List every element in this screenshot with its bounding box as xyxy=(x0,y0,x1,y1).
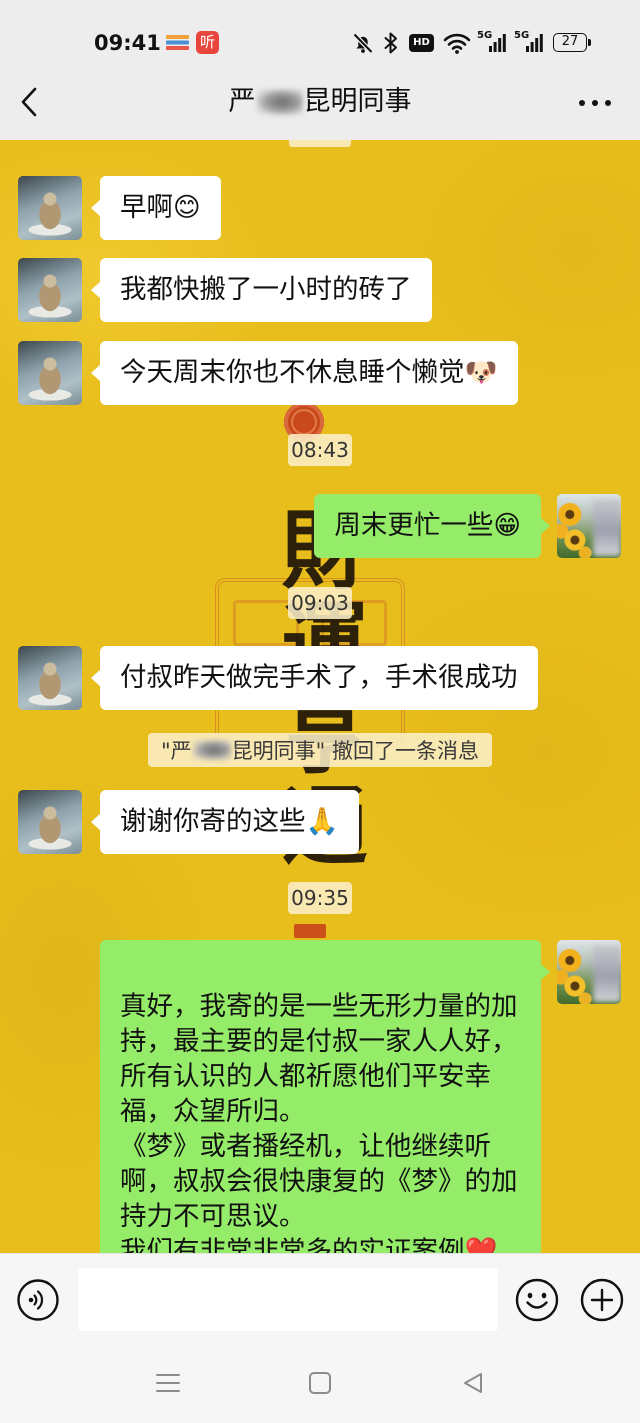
title-suffix: 昆明同事 xyxy=(303,86,412,117)
contact-avatar[interactable] xyxy=(18,790,82,854)
wallpaper-small-seal xyxy=(294,924,326,938)
hd-icon: HD xyxy=(409,34,434,52)
outgoing-message-bubble[interactable]: 真好，我寄的是一些无形力量的加持，最主要的是付叔一家人人好，所有认识的人都祈愿他… xyxy=(100,940,550,1253)
avatar-blur xyxy=(593,946,621,1002)
incoming-message-bubble[interactable]: 我都快搬了一小时的砖了 xyxy=(91,258,432,322)
message-text: 真好，我寄的是一些无形力量的加持，最主要的是付叔一家人人好，所有认识的人都祈愿他… xyxy=(120,991,518,1253)
wifi-icon xyxy=(443,33,471,54)
menu-icon[interactable] xyxy=(156,1372,180,1394)
contact-avatar[interactable] xyxy=(18,176,82,240)
message-timestamp: 09:35 xyxy=(288,882,352,914)
contact-avatar[interactable] xyxy=(18,341,82,405)
message-text: 我都快搬了一小时的砖了 xyxy=(120,274,412,305)
stripes-icon xyxy=(166,35,189,50)
input-bar xyxy=(0,1253,640,1345)
emoji-icon[interactable] xyxy=(514,1277,560,1323)
message-input[interactable] xyxy=(78,1268,498,1331)
message-text: 早啊😊 xyxy=(120,192,201,223)
bluetooth-icon xyxy=(384,32,397,54)
partial-timestamp xyxy=(289,140,351,147)
chat-area[interactable]: 財運亨通 早啊😊 我都快搬了一小时的砖了 今天周末你也不休息睡个懒觉🐶 08:4… xyxy=(0,140,640,1253)
signal-bars-icon xyxy=(526,34,543,52)
signal-icon: 5G xyxy=(514,31,544,53)
back-icon[interactable] xyxy=(461,1371,485,1395)
message-text: 付叔昨天做完手术了，手术很成功 xyxy=(120,662,518,693)
my-avatar[interactable] xyxy=(557,940,621,1004)
message-text: 周末更忙一些😁 xyxy=(334,510,521,541)
contact-avatar[interactable] xyxy=(18,258,82,322)
battery-nub xyxy=(588,39,591,46)
message-text: 谢谢你寄的这些🙏 xyxy=(120,806,339,837)
signal-icon: 5G xyxy=(477,31,507,53)
redaction-blur xyxy=(192,740,231,760)
voice-icon[interactable] xyxy=(16,1278,60,1322)
home-icon[interactable] xyxy=(308,1371,332,1395)
my-avatar[interactable] xyxy=(557,494,621,558)
recall-suffix: 昆明同事" 撤回了一条消息 xyxy=(231,739,479,763)
more-icon[interactable] xyxy=(578,98,612,108)
incoming-message-bubble[interactable]: 今天周末你也不休息睡个懒觉🐶 xyxy=(91,341,518,405)
mute-icon xyxy=(352,32,374,54)
battery-icon: 27 xyxy=(553,33,587,52)
recall-prefix: "严 xyxy=(160,739,192,763)
plus-icon[interactable] xyxy=(579,1277,625,1323)
incoming-message-bubble[interactable]: 谢谢你寄的这些🙏 xyxy=(91,790,359,854)
signal-bars-icon xyxy=(489,34,506,52)
outgoing-message-bubble[interactable]: 周末更忙一些😁 xyxy=(314,494,550,558)
title-prefix: 严 xyxy=(228,86,256,117)
message-text: 今天周末你也不休息睡个懒觉🐶 xyxy=(120,357,498,388)
incoming-message-bubble[interactable]: 付叔昨天做完手术了，手术很成功 xyxy=(91,646,538,710)
message-timestamp: 09:03 xyxy=(288,587,352,619)
redaction-blur xyxy=(256,89,303,115)
chat-title[interactable]: 严 昆明同事 xyxy=(0,84,640,120)
incoming-message-bubble[interactable]: 早啊😊 xyxy=(91,176,221,240)
ting-app-icon: 听 xyxy=(196,31,219,54)
status-time: 09:41 xyxy=(94,31,161,55)
recall-notice: "严 昆明同事" 撤回了一条消息 xyxy=(148,733,492,767)
top-bar: 09:41 听 HD 5G 5G 27 严 昆明同事 xyxy=(0,0,640,140)
message-timestamp: 08:43 xyxy=(288,434,352,466)
avatar-blur xyxy=(593,500,621,556)
system-nav-bar xyxy=(0,1345,640,1423)
contact-avatar[interactable] xyxy=(18,646,82,710)
